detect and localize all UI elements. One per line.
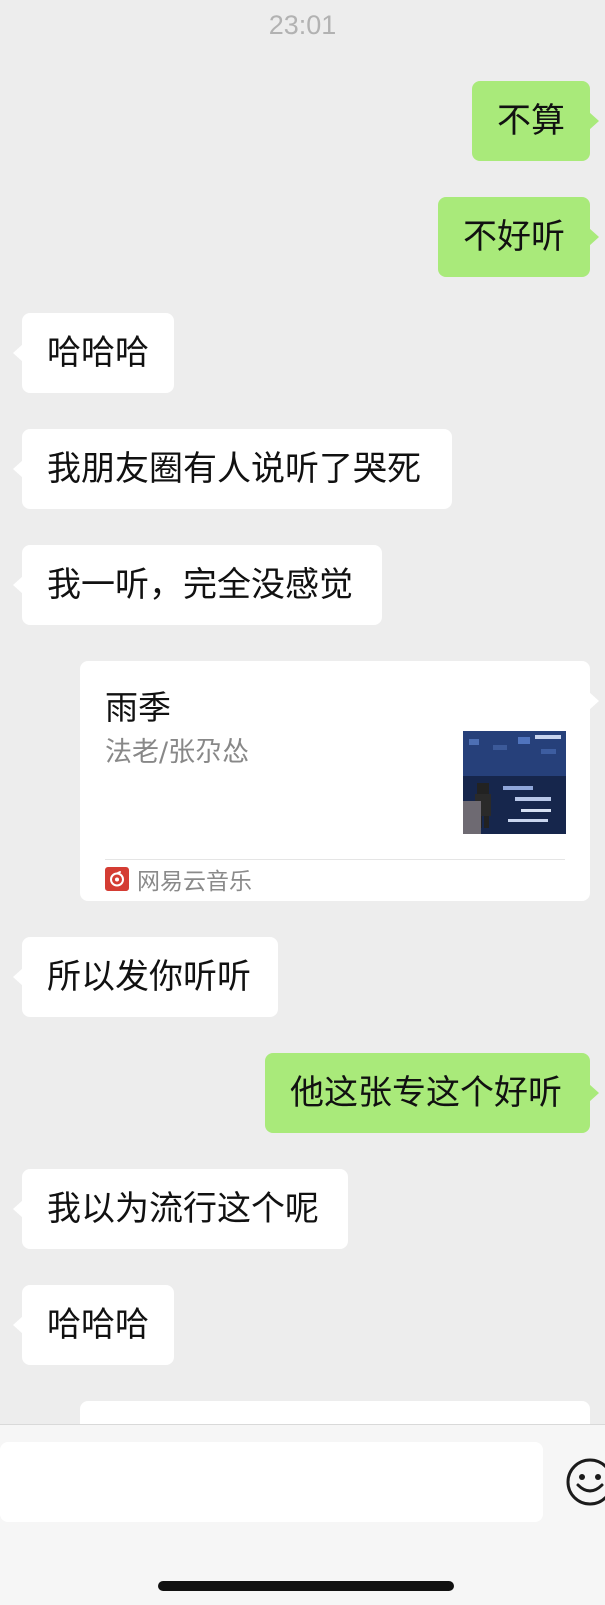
message-bubble-outgoing[interactable]: 他这张专这个好听 bbox=[265, 1053, 599, 1133]
message-input[interactable] bbox=[0, 1442, 543, 1522]
message-bubble-incoming[interactable]: 我以为流行这个呢 bbox=[13, 1169, 348, 1249]
message-bubble-incoming[interactable]: 所以发你听听 bbox=[13, 937, 278, 1017]
message-bubble-incoming[interactable]: 哈哈哈 bbox=[13, 313, 174, 393]
message-bubble-outgoing[interactable]: 不好听 bbox=[438, 197, 599, 277]
music-source-name: 网易云音乐 bbox=[137, 869, 252, 895]
album-cover bbox=[463, 731, 566, 834]
card-divider bbox=[105, 859, 565, 860]
message-bubble-outgoing[interactable]: 不算 bbox=[472, 81, 599, 161]
song-artist: 法老/张尕怂 bbox=[105, 737, 250, 768]
song-title: 雨季 bbox=[105, 688, 171, 727]
message-bubble-incoming[interactable]: 哈哈哈 bbox=[13, 1285, 174, 1365]
home-indicator bbox=[158, 1581, 454, 1591]
music-share-card[interactable]: 雨季 法老/张尕怂 网易云音乐 bbox=[80, 661, 599, 901]
emoji-icon[interactable] bbox=[564, 1456, 605, 1508]
input-bar bbox=[0, 1424, 605, 1605]
message-bubble-incoming[interactable]: 我一听，完全没感觉 bbox=[13, 545, 382, 625]
timestamp: 23:01 bbox=[268, 10, 337, 40]
message-bubble-incoming[interactable]: 我朋友圈有人说听了哭死 bbox=[13, 429, 452, 509]
netease-music-icon bbox=[105, 867, 129, 891]
music-source: 网易云音乐 bbox=[105, 865, 252, 895]
